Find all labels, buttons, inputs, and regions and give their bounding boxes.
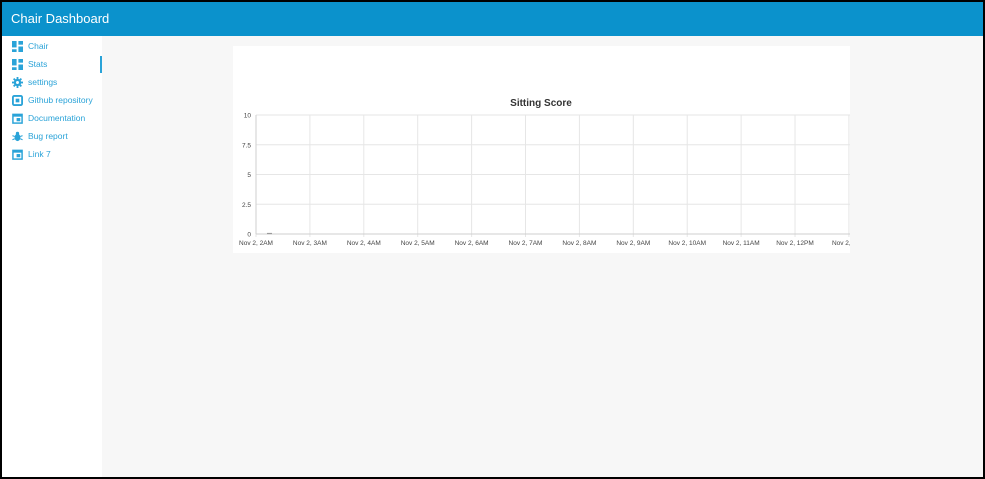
sidebar-item-documentation[interactable]: Documentation <box>2 109 102 127</box>
y-tick-label: 2.5 <box>242 202 251 209</box>
sidebar-item-link-7[interactable]: Link 7 <box>2 145 102 163</box>
chart-title: Sitting Score <box>510 98 572 109</box>
x-tick-label: Nov 2, 1PM <box>832 240 850 247</box>
x-tick-label: Nov 2, 10AM <box>668 240 706 247</box>
x-tick-label: Nov 2, 12PM <box>776 240 814 247</box>
sidebar-item-label: Chair <box>28 41 49 51</box>
x-tick-label: Nov 2, 8AM <box>562 240 596 247</box>
sidebar-item-label: Bug report <box>28 131 68 141</box>
calendar-icon <box>12 149 23 160</box>
app-title[interactable]: Chair Dashboard <box>11 2 109 36</box>
sidebar-item-chair[interactable]: Chair <box>2 37 102 55</box>
repository-icon <box>12 94 23 106</box>
y-tick-label: 5 <box>247 172 251 179</box>
sidebar-item-settings[interactable]: settings <box>2 73 102 91</box>
x-tick-label: Nov 2, 2AM <box>239 240 273 247</box>
dashboard-icon <box>12 40 23 52</box>
sidebar-item-stats[interactable]: Stats <box>2 55 102 73</box>
sidebar-item-bug-report[interactable]: Bug report <box>2 127 102 145</box>
x-tick-label: Nov 2, 4AM <box>347 240 381 247</box>
sidebar: Chair Stats settings Github repository Docum… <box>2 36 102 477</box>
x-tick-label: Nov 2, 7AM <box>509 240 543 247</box>
sidebar-item-label: Stats <box>28 59 48 69</box>
x-tick-label: Nov 2, 5AM <box>401 240 435 247</box>
dashboard-icon <box>12 58 23 70</box>
y-tick-label: 0 <box>247 232 251 239</box>
calendar-icon <box>12 113 23 124</box>
bug-icon <box>12 131 23 142</box>
y-tick-label: 10 <box>244 113 252 120</box>
app-window: Chair Dashboard Chair Stats settings Github… <box>0 0 985 479</box>
sidebar-item-github-repository[interactable]: Github repository <box>2 91 102 109</box>
x-tick-label: Nov 2, 11AM <box>723 240 760 247</box>
x-tick-label: Nov 2, 6AM <box>455 240 489 247</box>
sitting-score-chart: Sitting Score 0 2.5 5 7.5 10 Nov 2, 2AM Nov 2, … <box>233 46 850 253</box>
x-tick-label: Nov 2, 9AM <box>616 240 650 247</box>
top-bar: Chair Dashboard <box>2 2 983 36</box>
sidebar-item-label: Documentation <box>28 113 86 123</box>
y-tick-label: 7.5 <box>242 142 251 149</box>
gear-icon <box>12 76 23 88</box>
sidebar-item-label: settings <box>28 77 58 87</box>
sidebar-item-label: Github repository <box>28 95 93 105</box>
sidebar-item-label: Link 7 <box>28 149 51 159</box>
chart-svg: Sitting Score 0 2.5 5 7.5 10 Nov 2, 2AM Nov 2, … <box>239 98 850 247</box>
x-tick-label: Nov 2, 3AM <box>293 240 327 247</box>
